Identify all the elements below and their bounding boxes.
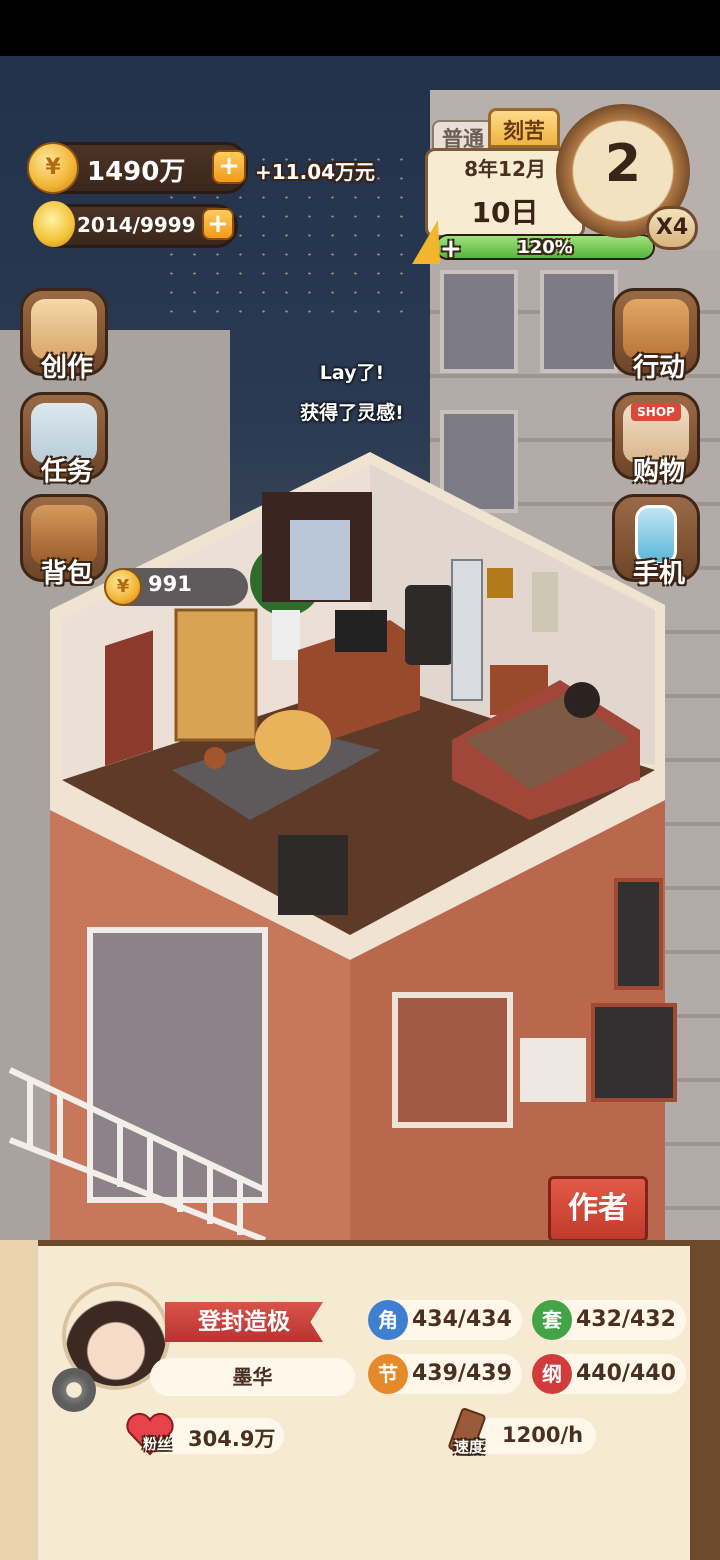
fans-value: 304.9万 (188, 1427, 276, 1451)
exterior-window (392, 992, 513, 1128)
cat-bed (255, 710, 331, 770)
computer-monitor (335, 610, 387, 652)
add-energy-button[interactable]: + (412, 220, 462, 266)
wall-panel (591, 1003, 677, 1102)
inspiration-amount: 2014/9999 (77, 213, 196, 237)
stat-outline-value: 440/440 (576, 1361, 676, 1386)
phone-button[interactable]: 手机 (612, 494, 700, 589)
action-label: 行动 (633, 353, 686, 383)
toast-line-1: Lay了! (319, 362, 385, 384)
stat-routine-value: 432/432 (576, 1307, 676, 1332)
settings-gear-icon[interactable] (52, 1368, 96, 1412)
stat-rhythm-value: 439/439 (412, 1361, 512, 1386)
energy-percent: 120% (517, 237, 573, 258)
player-name: 墨华 (150, 1358, 355, 1396)
stat-character: 角 434/434 (368, 1300, 522, 1340)
poster (532, 572, 558, 632)
building-window (540, 270, 618, 373)
coin-income: +11.04万元 (255, 160, 376, 184)
clock-value: 2 (604, 134, 642, 194)
coin-amount: 1490万 (87, 157, 186, 187)
stat-rhythm-icon: 节 (368, 1354, 408, 1394)
wall-tv (278, 835, 348, 915)
coin-icon: ¥ (104, 568, 142, 606)
lightbulb-icon (33, 201, 75, 247)
exterior-door (614, 878, 663, 990)
tower-fan (451, 559, 483, 701)
backpack-button[interactable]: 背包 (20, 494, 108, 589)
stat-routine: 套 432/432 (532, 1300, 686, 1340)
panel-binding (690, 1240, 720, 1560)
quill-icon: 速度 (440, 1406, 490, 1458)
phone-label: 手机 (633, 559, 686, 589)
author-button[interactable]: 作者 (548, 1176, 648, 1242)
add-inspiration-button[interactable]: + (202, 208, 234, 240)
mode-hard-tab[interactable]: 刻苦 (488, 108, 560, 148)
stat-rhythm: 节 439/439 (368, 1354, 522, 1394)
coin-bubble-value: 991 (148, 572, 192, 596)
coin-icon: ¥ (27, 142, 79, 194)
action-button[interactable]: 行动 (612, 288, 700, 383)
shop-label: 购物 (633, 457, 686, 487)
plant-pot (272, 610, 300, 660)
backpack-label: 背包 (41, 559, 94, 589)
door (105, 630, 153, 766)
tasks-label: 任务 (41, 457, 94, 487)
create-label: 创作 (41, 353, 94, 383)
create-button[interactable]: 创作 (20, 288, 108, 383)
stat-character-icon: 角 (368, 1300, 408, 1340)
heart-icon: 粉丝 (125, 1412, 175, 1456)
puppy (204, 747, 226, 769)
title-ribbon: 登封造极 (165, 1302, 323, 1342)
toast-line-2: 获得了灵感! (300, 402, 404, 424)
add-coins-button[interactable]: + (212, 150, 246, 184)
speed-label: 速度 (454, 1438, 485, 1456)
speed-value: 1200/h (502, 1423, 584, 1447)
shop-sign: SHOP (631, 403, 681, 421)
stat-routine-icon: 套 (532, 1300, 572, 1340)
bookshelf (174, 608, 258, 742)
stat-outline: 纲 440/440 (532, 1354, 686, 1394)
room-window (290, 520, 350, 600)
tasks-button[interactable]: 任务 (20, 392, 108, 487)
status-bar (0, 0, 720, 56)
office-chair (405, 585, 453, 665)
coin-bubble[interactable]: ¥ 991 (104, 568, 248, 606)
fans-label: 粉丝 (143, 1437, 171, 1453)
plus-icon: + (440, 234, 462, 264)
trophy (487, 568, 513, 598)
stat-outline-icon: 纲 (532, 1354, 572, 1394)
stat-character-value: 434/434 (412, 1307, 512, 1332)
speed-multiplier-button[interactable]: X4 (646, 206, 698, 250)
shop-button[interactable]: SHOP 购物 (612, 392, 700, 487)
air-conditioner (520, 1038, 586, 1102)
sleeping-character (564, 682, 600, 718)
panel-page-edge (0, 1240, 38, 1560)
